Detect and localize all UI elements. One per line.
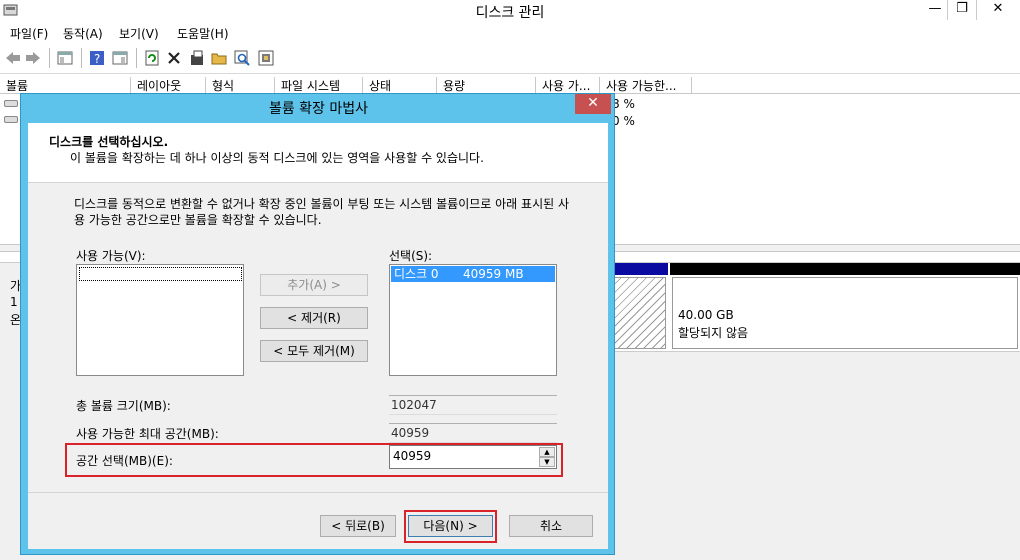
menu-help[interactable]: 도움말(H) <box>177 25 229 42</box>
column-free-space[interactable]: 사용 가... <box>536 77 600 94</box>
next-button[interactable]: 다음(N) > <box>408 515 493 537</box>
volume-drive-icon <box>4 100 18 107</box>
menu-bar: 파일(F) 동작(A) 보기(V) 도움말(H) <box>0 22 1020 42</box>
spin-up-icon[interactable]: ▲ <box>539 447 555 457</box>
menu-action[interactable]: 동작(A) <box>63 25 103 42</box>
properties-pane-icon[interactable] <box>111 49 129 67</box>
remove-button[interactable]: < 제거(R) <box>260 307 368 329</box>
export-icon[interactable] <box>257 49 275 67</box>
partition-unallocated[interactable]: 40.00 GB 할당되지 않음 <box>672 277 1018 349</box>
unallocated-label: 할당되지 않음 <box>678 326 749 340</box>
wizard-header-subtitle: 이 볼륨을 확장하는 데 하나 이상의 동적 디스크에 있는 영역을 사용할 수… <box>70 151 484 165</box>
selected-disk-size: 40959 MB <box>463 267 524 281</box>
restore-button[interactable]: ❐ <box>947 0 977 20</box>
help-icon[interactable]: ? <box>88 49 106 67</box>
selected-label: 선택(S): <box>389 249 433 263</box>
available-label: 사용 가능(V): <box>76 249 146 263</box>
wizard-header: 디스크를 선택하십시오. 이 볼륨을 확장하는 데 하나 이상의 동적 디스크에… <box>28 123 608 183</box>
spin-down-icon[interactable]: ▼ <box>539 457 555 467</box>
column-file-system[interactable]: 파일 시스템 <box>275 77 363 94</box>
open-folder-icon[interactable] <box>210 49 228 67</box>
properties-icon[interactable] <box>188 49 206 67</box>
selected-disks-listbox[interactable]: 디스크 0 40959 MB <box>389 264 557 376</box>
window-title: 디스크 관리 <box>475 5 545 21</box>
dialog-close-button[interactable]: ✕ <box>575 94 611 114</box>
column-layout[interactable]: 레이아웃 <box>131 77 206 94</box>
svg-text:?: ? <box>94 52 100 66</box>
column-type[interactable]: 형식 <box>206 77 275 94</box>
selected-disk-item[interactable]: 디스크 0 40959 MB <box>391 266 555 282</box>
column-capacity[interactable]: 용량 <box>437 77 536 94</box>
close-window-button[interactable]: ✕ <box>976 0 1020 20</box>
window-title-bar: 디스크 관리 — ❐ ✕ <box>0 0 1020 22</box>
back-arrow-icon[interactable] <box>4 49 22 67</box>
menu-file[interactable]: 파일(F) <box>10 25 48 42</box>
find-icon[interactable] <box>233 49 251 67</box>
space-select-spinbox[interactable]: 40959 ▲ ▼ <box>389 445 557 469</box>
extend-volume-wizard-dialog: 볼륨 확장 마법사 ✕ 디스크를 선택하십시오. 이 볼륨을 확장하는 데 하나… <box>20 93 615 555</box>
partition-header-primary <box>612 263 668 275</box>
disk-0-label[interactable]: 가 1 온 <box>0 263 21 353</box>
toolbar: ? <box>0 42 1020 74</box>
total-volume-size-value: 102047 <box>389 395 557 415</box>
total-volume-size-label: 총 볼륨 크기(MB): <box>76 399 171 413</box>
available-disks-listbox[interactable] <box>76 264 244 376</box>
selected-disk-name: 디스크 0 <box>394 267 439 281</box>
column-volume[interactable]: 볼륨 <box>0 77 131 94</box>
minimize-button[interactable]: — <box>920 0 950 20</box>
wizard-description: 디스크를 동적으로 변환할 수 없거나 확장 중인 볼륨이 부팅 또는 시스템 … <box>74 197 570 227</box>
wizard-header-title: 디스크를 선택하십시오. <box>49 135 169 149</box>
back-button[interactable]: < 뒤로(B) <box>320 515 396 537</box>
remove-all-button[interactable]: < 모두 제거(M) <box>260 340 368 362</box>
menu-view[interactable]: 보기(V) <box>119 25 159 42</box>
column-percent-free[interactable]: 사용 가능한... <box>600 77 692 94</box>
dialog-body: 디스크를 선택하십시오. 이 볼륨을 확장하는 데 하나 이상의 동적 디스크에… <box>28 123 608 549</box>
partition-selected-hatched[interactable] <box>612 277 666 349</box>
spinbox-arrows: ▲ ▼ <box>539 447 555 467</box>
unallocated-size: 40.00 GB <box>678 308 734 322</box>
dialog-title: 볼륨 확장 마법사 <box>268 101 369 117</box>
forward-arrow-icon[interactable] <box>24 49 42 67</box>
volume-list-header: 볼륨 레이아웃 형식 파일 시스템 상태 용량 사용 가... 사용 가능한..… <box>0 75 1020 94</box>
focus-rectangle <box>79 267 242 281</box>
max-available-space-label: 사용 가능한 최대 공간(MB): <box>76 427 219 441</box>
console-tree-icon[interactable] <box>56 49 74 67</box>
add-button[interactable]: 추가(A) > <box>260 274 368 296</box>
delete-icon[interactable] <box>165 49 183 67</box>
space-select-input[interactable]: 40959 <box>393 449 431 463</box>
cancel-button[interactable]: 취소 <box>509 515 593 537</box>
volume-drive-icon <box>4 116 18 123</box>
space-select-label: 공간 선택(MB)(E): <box>76 454 173 468</box>
partition-header-unallocated <box>670 263 1020 275</box>
max-available-space-value: 40959 <box>389 423 557 443</box>
column-status[interactable]: 상태 <box>363 77 437 94</box>
footer-separator <box>28 492 608 493</box>
refresh-icon[interactable] <box>143 49 161 67</box>
